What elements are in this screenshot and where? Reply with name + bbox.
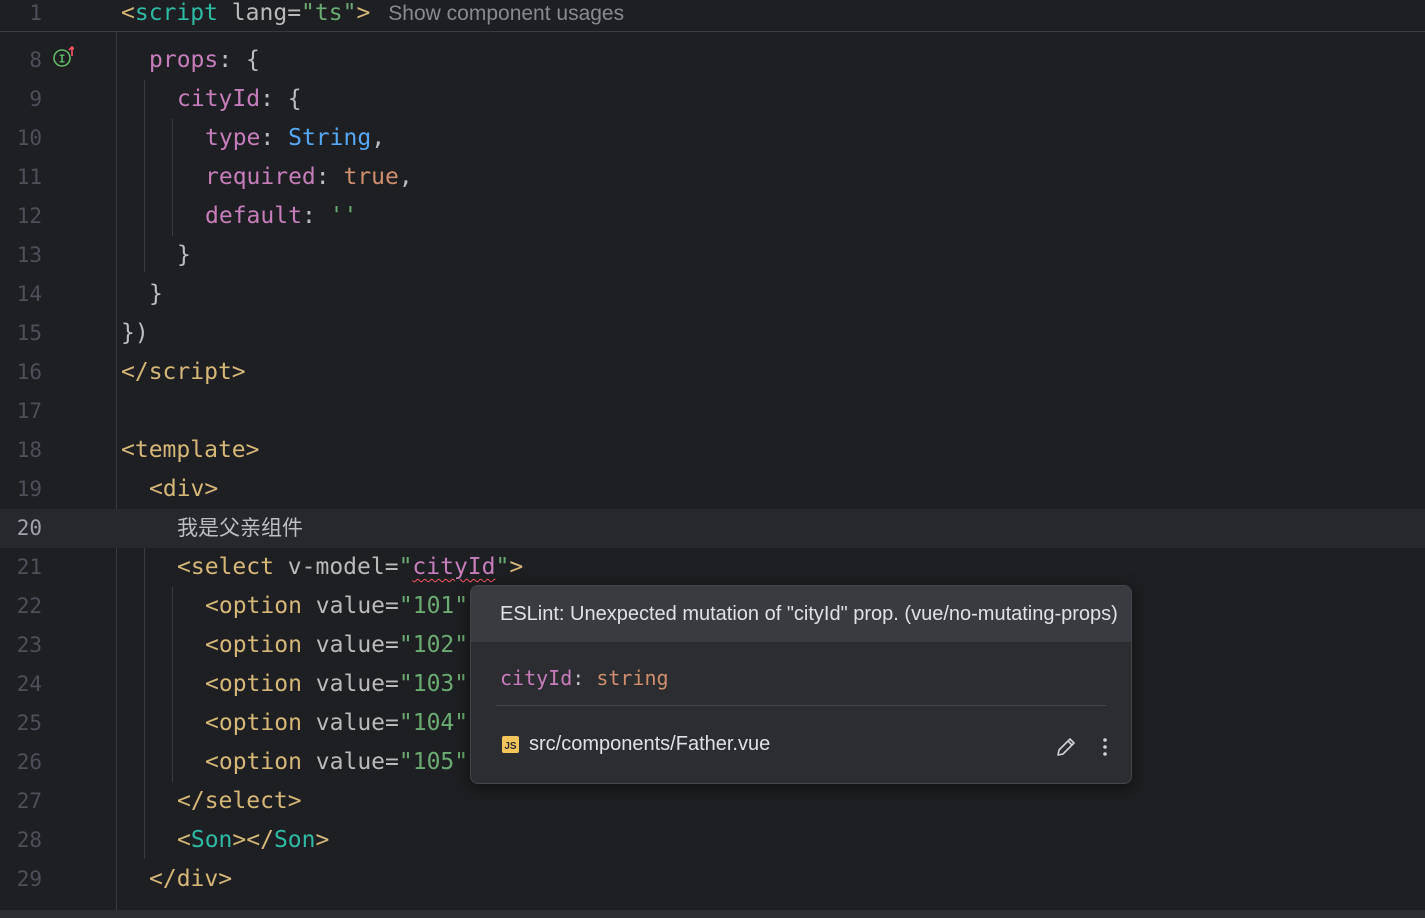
code-line[interactable]: 15 }): [0, 314, 1425, 353]
line-number: 22: [16, 594, 42, 618]
source-file-link[interactable]: JS src/components/Father.vue: [502, 732, 770, 756]
popup-header: ESLint: Unexpected mutation of "cityId" …: [471, 586, 1131, 642]
line-number: 1: [29, 1, 42, 25]
inspection-popup[interactable]: ESLint: Unexpected mutation of "cityId" …: [470, 585, 1132, 784]
code-text: <option value="102": [205, 632, 469, 658]
code-text: </script>: [121, 359, 246, 385]
code-text: <template>: [121, 437, 260, 463]
code-text: </select>: [177, 788, 302, 814]
type-signature: cityId: string: [500, 666, 669, 690]
code-line-current[interactable]: 20 我是父亲组件: [0, 509, 1425, 548]
code-text: required: true,: [205, 164, 413, 190]
line-number: 12: [16, 204, 42, 228]
popup-divider: [496, 705, 1106, 706]
line-number: 9: [29, 87, 42, 111]
line-number: 14: [16, 282, 42, 306]
code-text: 我是父亲组件: [177, 516, 303, 540]
line-number: 16: [16, 360, 42, 384]
code-text: <select v-model="cityId">: [177, 554, 524, 580]
code-text: default: '': [205, 203, 358, 229]
line-number: 29: [16, 867, 42, 891]
line-number: 25: [16, 711, 42, 735]
code-line[interactable]: 10 type: String,: [0, 119, 1425, 158]
code-line[interactable]: 27 </select>: [0, 782, 1425, 821]
eslint-error-message: ESLint: Unexpected mutation of "cityId" …: [500, 603, 1118, 625]
code-text: cityId: {: [177, 86, 302, 112]
js-file-icon: JS: [502, 735, 519, 753]
code-line[interactable]: 16 </script>: [0, 353, 1425, 392]
code-text: </div>: [149, 866, 233, 892]
code-text: }): [121, 320, 149, 346]
line-number: 15: [16, 321, 42, 345]
line-number: 24: [16, 672, 42, 696]
sticky-scope-header[interactable]: 1 <script lang="ts"> Show component usage…: [0, 0, 1425, 32]
line-number: 17: [16, 399, 42, 423]
code-line[interactable]: 11 required: true,: [0, 158, 1425, 197]
code-line[interactable]: 29 </div>: [0, 860, 1425, 899]
line-number: 11: [16, 165, 42, 189]
code-text: <script lang="ts"> Show component usages: [121, 0, 625, 26]
line-number: 10: [16, 126, 42, 150]
line-number: 18: [16, 438, 42, 462]
code-text: }: [149, 281, 163, 307]
line-number: 20: [16, 516, 42, 540]
file-path[interactable]: src/components/Father.vue: [529, 733, 770, 756]
line-number: 13: [16, 243, 42, 267]
code-line[interactable]: 13 }: [0, 236, 1425, 275]
code-text: props: {: [149, 47, 260, 73]
code-text: }: [177, 242, 191, 268]
code-text: <div>: [149, 476, 219, 502]
horizontal-scrollbar-area[interactable]: [0, 910, 1425, 918]
code-line[interactable]: 19 <div>: [0, 470, 1425, 509]
code-line[interactable]: 17: [0, 392, 1425, 431]
code-line[interactable]: 18 <template>: [0, 431, 1425, 470]
more-vertical-icon[interactable]: [1097, 736, 1113, 758]
code-text: type: String,: [205, 125, 386, 151]
code-line[interactable]: 14 }: [0, 275, 1425, 314]
code-text: <option value="103": [205, 671, 469, 697]
code-line[interactable]: 8 props: {: [0, 41, 1425, 80]
code-text: <option value="101": [205, 593, 469, 619]
code-line[interactable]: 28 <Son></Son>: [0, 821, 1425, 860]
line-number: 23: [16, 633, 42, 657]
line-number: 26: [16, 750, 42, 774]
line-number: 27: [16, 789, 42, 813]
code-text: <option value="104": [205, 710, 469, 736]
code-text: <Son></Son>: [177, 827, 330, 853]
line-number: 8: [29, 48, 42, 72]
line-number: 19: [16, 477, 42, 501]
code-line[interactable]: 12 default: '': [0, 197, 1425, 236]
implementation-up-icon[interactable]: I: [52, 46, 74, 68]
line-number: 28: [16, 828, 42, 852]
svg-text:I: I: [59, 53, 66, 66]
show-component-usages-link[interactable]: Show component usages: [388, 2, 624, 25]
line-number: 21: [16, 555, 42, 579]
code-text: <option value="105": [205, 749, 469, 775]
code-line[interactable]: 9 cityId: {: [0, 80, 1425, 119]
error-highlight: cityId: [412, 554, 496, 580]
pencil-icon[interactable]: [1055, 736, 1077, 758]
code-line[interactable]: 21 <select v-model="cityId">: [0, 548, 1425, 587]
